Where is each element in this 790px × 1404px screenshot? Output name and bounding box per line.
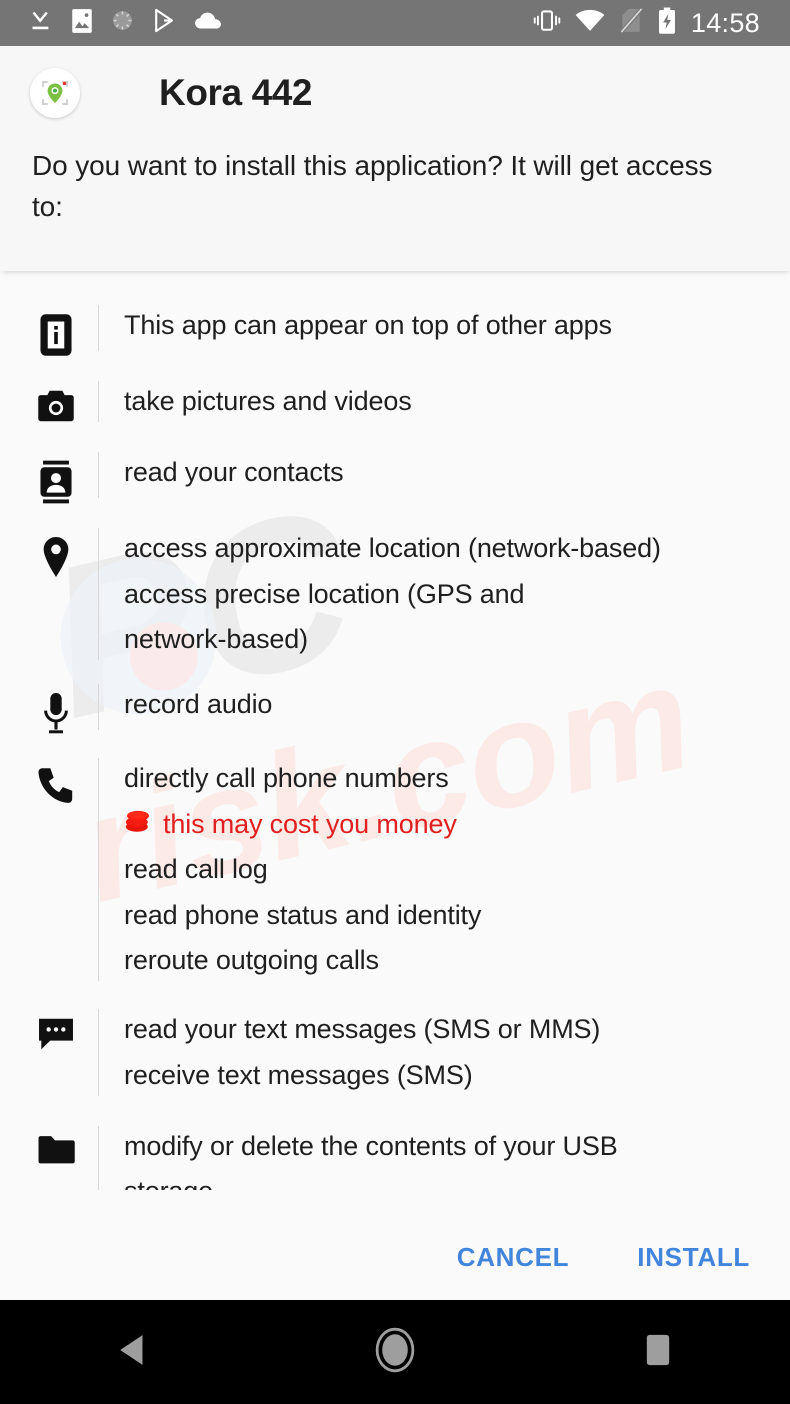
microphone-icon [34, 678, 78, 736]
permission-line: directly call phone numbers [124, 763, 449, 794]
screenshot-image-icon [70, 8, 94, 39]
permission-line: storage [124, 1169, 770, 1190]
permission-line: record audio [124, 689, 273, 720]
dialog-button-bar: CANCEL INSTALL [0, 1214, 790, 1300]
recents-square-icon [645, 1333, 671, 1372]
permission-line: read phone status and identity [124, 899, 482, 930]
permission-line-warning: this may cost you money [124, 802, 770, 847]
permission-group-sms: read your text messages (SMS or MMS) rec… [0, 987, 790, 1102]
permission-line: access approximate location (network-bas… [124, 533, 661, 564]
permissions-scroll-area[interactable]: This app can appear on top of other apps… [0, 271, 790, 1190]
dialog-message: Do you want to install this application?… [32, 150, 713, 222]
kora-app-icon [30, 68, 80, 118]
permission-line: read your contacts [124, 457, 344, 488]
coins-icon [124, 802, 152, 847]
app-identity-row: Kora 442 [0, 46, 790, 118]
download-complete-icon [28, 8, 54, 39]
permission-group-contacts: read your contacts [0, 428, 790, 504]
permission-text-group: record audio [99, 678, 770, 731]
sync-spinner-icon [110, 8, 135, 38]
install-dialog-header: Kora 442 Do you want to install this app… [0, 46, 790, 271]
back-triangle-icon [116, 1333, 148, 1372]
permission-line: receive text messages (SMS) [124, 1059, 473, 1090]
status-bar-left-icons [28, 7, 222, 39]
location-pin-icon [34, 522, 78, 578]
status-bar-clock: 14:58 [690, 7, 760, 38]
permission-line: modify or delete the contents of your US… [124, 1130, 618, 1161]
folder-storage-icon [34, 1120, 78, 1166]
permission-text-group: access approximate location (network-bas… [99, 522, 770, 666]
android-navigation-bar [0, 1300, 790, 1404]
permission-text-group: This app can appear on top of other apps [99, 299, 770, 352]
contacts-icon [34, 446, 78, 504]
sms-message-icon [34, 1003, 78, 1051]
permission-group-phone: directly call phone numbers this may cos… [0, 736, 790, 987]
permission-text-group: take pictures and videos [99, 375, 770, 428]
permission-group-location: access approximate location (network-bas… [0, 504, 790, 666]
camera-icon [34, 375, 78, 423]
permission-line: This app can appear on top of other apps [124, 310, 612, 340]
permission-line: read call log [124, 854, 268, 885]
phone-call-icon [34, 752, 78, 806]
permission-text-group: directly call phone numbers this may cos… [99, 752, 770, 987]
home-circle-icon [375, 1327, 415, 1378]
permission-text-group: modify or delete the contents of your US… [99, 1120, 770, 1190]
status-bar-right-icons: 14:58 [533, 6, 760, 40]
nav-back-button[interactable] [77, 1300, 187, 1404]
status-bar[interactable]: 14:58 [0, 0, 790, 46]
wifi-icon [575, 9, 605, 37]
battery-charging-icon [657, 7, 677, 40]
permission-line-warning-text: this may cost you money [163, 808, 457, 839]
permission-group-camera: take pictures and videos [0, 357, 790, 428]
cancel-button[interactable]: CANCEL [445, 1232, 582, 1283]
permission-line: take pictures and videos [124, 386, 412, 416]
app-title: Kora 442 [159, 72, 313, 113]
app-overlay-icon [34, 299, 78, 357]
nav-home-button[interactable] [340, 1300, 450, 1404]
play-store-icon [151, 7, 178, 39]
permission-group-overlay: This app can appear on top of other apps [0, 271, 790, 357]
vibrate-mode-icon [533, 7, 561, 39]
permission-line: read your text messages (SMS or MMS) [124, 1014, 601, 1045]
permission-text-group: read your contacts [99, 446, 770, 499]
permission-group-microphone: record audio [0, 666, 790, 736]
permission-line: access precise location (GPS and network… [124, 578, 525, 655]
permission-line: reroute outgoing calls [124, 944, 379, 975]
cloud-icon [194, 10, 222, 37]
no-sim-card-icon [618, 6, 644, 39]
install-button[interactable]: INSTALL [625, 1232, 762, 1283]
permission-group-storage: modify or delete the contents of your US… [0, 1102, 790, 1190]
nav-recents-button[interactable] [603, 1300, 713, 1404]
permission-text-group: read your text messages (SMS or MMS) rec… [99, 1003, 770, 1102]
